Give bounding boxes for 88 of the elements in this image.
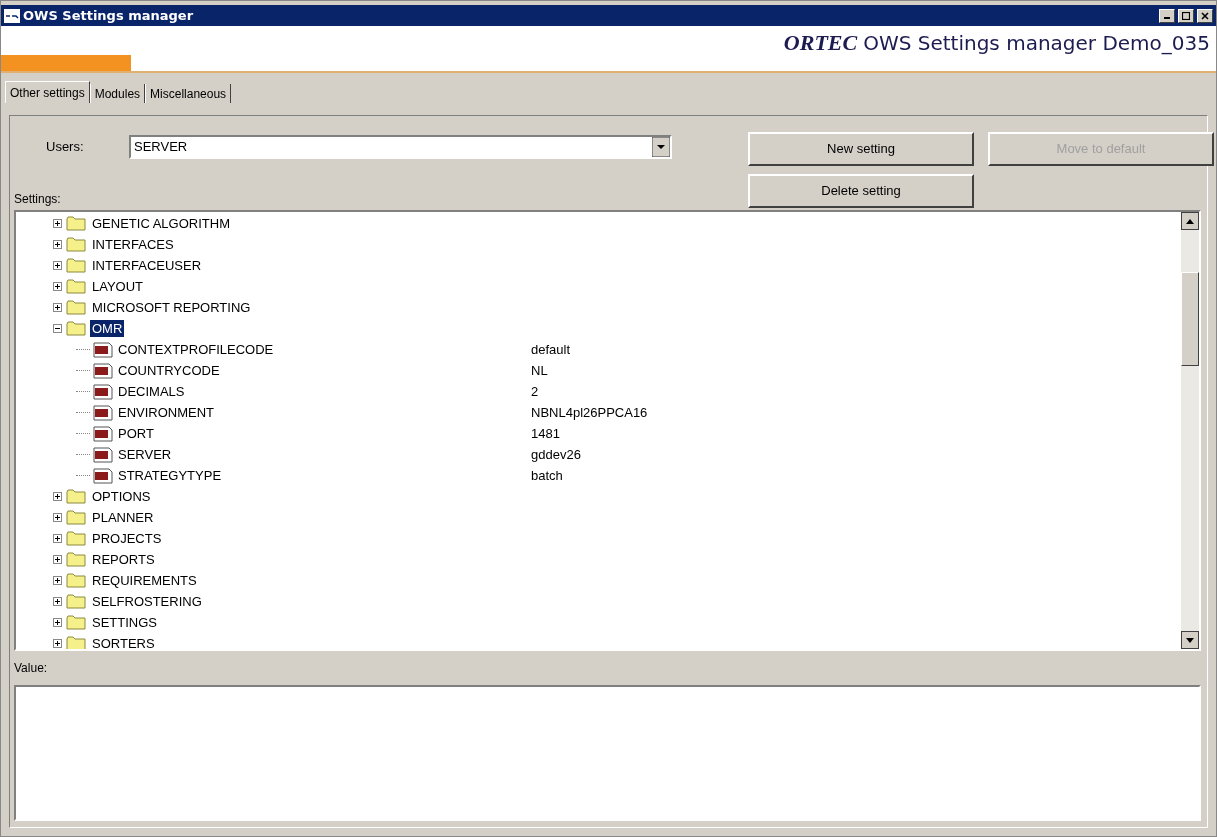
dropdown-arrow-icon[interactable] bbox=[652, 137, 670, 157]
text-value-icon bbox=[93, 425, 113, 442]
window-title: OWS Settings manager bbox=[23, 6, 194, 25]
text-value-icon bbox=[93, 383, 113, 400]
folder-icon bbox=[66, 510, 86, 525]
text-value-icon bbox=[93, 341, 113, 358]
value-field[interactable] bbox=[14, 685, 1201, 821]
tree-item[interactable]: STRATEGYTYPE bbox=[116, 467, 224, 484]
maximize-button[interactable] bbox=[1178, 8, 1194, 23]
scroll-thumb[interactable] bbox=[1181, 272, 1199, 366]
settings-label: Settings: bbox=[14, 191, 62, 208]
setting-value: default bbox=[531, 340, 571, 359]
collapse-icon[interactable] bbox=[53, 324, 62, 333]
expand-icon[interactable] bbox=[53, 303, 62, 312]
setting-value: 2 bbox=[531, 382, 539, 401]
tree-item[interactable]: INTERFACEUSER bbox=[90, 257, 204, 274]
tree-item[interactable]: SERVER bbox=[116, 446, 174, 463]
tree-item[interactable]: MICROSOFT REPORTING bbox=[90, 299, 253, 316]
tab[interactable]: Other settings bbox=[5, 81, 90, 103]
maximize-icon bbox=[1182, 11, 1190, 20]
folder-icon bbox=[66, 279, 86, 294]
tree-item[interactable]: COUNTRYCODE bbox=[116, 362, 222, 379]
minimize-button[interactable] bbox=[1159, 8, 1175, 23]
tree-item[interactable]: OMR bbox=[90, 320, 125, 337]
folder-icon bbox=[66, 636, 86, 649]
folder-icon bbox=[66, 615, 86, 630]
expand-icon[interactable] bbox=[53, 576, 62, 585]
scroll-up-icon[interactable] bbox=[1186, 218, 1194, 224]
tree-item[interactable]: CONTEXTPROFILECODE bbox=[116, 341, 276, 358]
setting-value: NBNL4pl26PPCA16 bbox=[531, 403, 648, 422]
expand-icon[interactable] bbox=[53, 261, 62, 270]
folder-icon bbox=[66, 489, 86, 504]
tree-item[interactable]: GENETIC ALGORITHM bbox=[90, 215, 232, 232]
tree-item[interactable]: PROJECTS bbox=[90, 530, 164, 547]
close-icon bbox=[1201, 11, 1209, 20]
tree-item[interactable]: PLANNER bbox=[90, 509, 156, 526]
expand-icon[interactable] bbox=[53, 555, 62, 564]
tab[interactable]: Miscellaneous bbox=[145, 84, 232, 103]
tree-item[interactable]: REPORTS bbox=[90, 551, 157, 568]
folder-icon bbox=[66, 321, 86, 336]
folder-icon bbox=[66, 594, 86, 609]
expand-icon[interactable] bbox=[53, 240, 62, 249]
setting-value: gddev26 bbox=[531, 445, 581, 464]
scroll-down-icon[interactable] bbox=[1186, 637, 1194, 643]
tree-item[interactable]: REQUIREMENTS bbox=[90, 572, 199, 589]
close-button[interactable] bbox=[1197, 8, 1213, 23]
tree-item[interactable]: SETTINGS bbox=[90, 614, 159, 631]
text-value-icon bbox=[93, 362, 113, 379]
folder-icon bbox=[66, 216, 86, 231]
action-button[interactable]: Delete setting bbox=[748, 174, 974, 208]
expand-icon[interactable] bbox=[53, 492, 62, 501]
minimize-icon bbox=[1164, 17, 1170, 19]
expand-icon[interactable] bbox=[53, 534, 62, 543]
folder-icon bbox=[66, 573, 86, 588]
folder-icon bbox=[66, 531, 86, 546]
text-value-icon bbox=[93, 446, 113, 463]
action-button[interactable]: New setting bbox=[748, 132, 974, 166]
users-label: Users: bbox=[46, 138, 85, 157]
text-value-icon bbox=[93, 404, 113, 421]
text-value-icon bbox=[93, 467, 113, 484]
folder-icon bbox=[66, 237, 86, 252]
expand-icon[interactable] bbox=[53, 282, 62, 291]
tree-item[interactable]: DECIMALS bbox=[116, 383, 187, 400]
setting-value: NL bbox=[531, 361, 548, 380]
folder-icon bbox=[66, 300, 86, 315]
tree-item[interactable]: SORTERS bbox=[90, 635, 157, 649]
tab[interactable]: Modules bbox=[89, 84, 146, 103]
tree-item[interactable]: LAYOUT bbox=[90, 278, 146, 295]
expand-icon[interactable] bbox=[53, 219, 62, 228]
logo: ORTEC bbox=[783, 30, 858, 56]
expand-icon[interactable] bbox=[53, 597, 62, 606]
tree-item[interactable]: OPTIONS bbox=[90, 488, 153, 505]
tree-item[interactable]: ENVIRONMENT bbox=[116, 404, 217, 421]
setting-value: batch bbox=[531, 466, 563, 485]
scrollbar[interactable] bbox=[1181, 212, 1199, 649]
expand-icon[interactable] bbox=[53, 513, 62, 522]
tree-item[interactable]: PORT bbox=[116, 425, 156, 442]
expand-icon[interactable] bbox=[53, 618, 62, 627]
value-label: Value: bbox=[14, 660, 49, 677]
app-heading: OWS Settings manager Demo_035 bbox=[863, 30, 1210, 56]
folder-icon bbox=[66, 258, 86, 273]
tree-item[interactable]: INTERFACES bbox=[90, 236, 176, 253]
app-icon bbox=[4, 8, 20, 23]
folder-icon bbox=[66, 552, 86, 567]
setting-value: 1481 bbox=[531, 424, 560, 443]
users-dropdown[interactable]: SERVER bbox=[129, 135, 672, 159]
tree-item[interactable]: SELFROSTERING bbox=[90, 593, 204, 610]
expand-icon[interactable] bbox=[53, 639, 62, 648]
